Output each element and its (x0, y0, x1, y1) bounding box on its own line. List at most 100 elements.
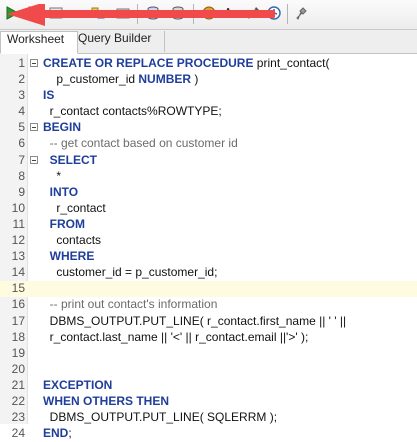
explain-icon[interactable] (88, 3, 108, 23)
fold-toggle-icon[interactable] (30, 59, 38, 67)
code-text: customer_id = p_customer_id; (43, 265, 217, 279)
sql-text: ) (191, 72, 199, 87)
font-button[interactable]: Aa (222, 3, 242, 23)
code-text: r_contact contacts%ROWTYPE; (43, 104, 222, 118)
code-text: BEGIN (43, 120, 81, 134)
code-line[interactable]: 18 r_contact.last_name || '<' || r_conta… (0, 330, 417, 346)
tuning-icon[interactable] (291, 3, 311, 23)
line-number: 13 (11, 249, 25, 264)
line-number: 23 (11, 410, 25, 425)
line-number: 17 (11, 313, 25, 328)
code-text: DBMS_OUTPUT.PUT_LINE( SQLERRM ); (43, 410, 277, 424)
code-line[interactable]: 6 -- get contact based on customer id (0, 136, 417, 152)
line-number: 9 (18, 184, 25, 199)
code-line[interactable]: 5 BEGIN (0, 120, 417, 136)
fold-toggle-icon[interactable] (30, 155, 38, 164)
line-number: 21 (11, 377, 25, 392)
line-number: 11 (12, 216, 25, 231)
fold-toggle-icon[interactable] (30, 123, 38, 132)
line-number: 16 (11, 297, 25, 312)
line-number: 1 (18, 56, 25, 70)
line-number: 2 (18, 72, 25, 87)
run-icon[interactable] (2, 3, 22, 23)
sql-comment: -- print out contact's information (43, 297, 218, 312)
code-line[interactable]: 8 * (0, 169, 417, 185)
format-icon[interactable] (243, 3, 263, 23)
code-text: WHERE (43, 249, 95, 263)
code-text: DBMS_OUTPUT.PUT_LINE( r_contact.first_na… (43, 314, 346, 328)
code-line[interactable]: 9 INTO (0, 185, 417, 201)
sql-text: r_contact contacts%ROWTYPE; (43, 104, 222, 119)
code-text: p_customer_id NUMBER ) (43, 72, 198, 86)
sql-text: customer_id = p_customer_id; (43, 265, 218, 280)
code-line[interactable]: 14 customer_id = p_customer_id; (0, 265, 417, 281)
toolbar-separator (287, 4, 288, 24)
code-line[interactable]: 24 END; (0, 426, 417, 442)
code-line[interactable]: 7 SELECT (0, 153, 417, 169)
line-number: 10 (11, 200, 25, 215)
code-line[interactable]: 21 EXCEPTION (0, 378, 417, 394)
sql-text: r_contact.last_name || '<' || r_contact.… (43, 329, 309, 344)
sql-text: ; (68, 426, 72, 441)
sql-keyword: CREATE OR REPLACE PROCEDURE (43, 56, 254, 70)
toolbar-separator (137, 4, 138, 24)
code-line[interactable]: 11 FROM (0, 217, 417, 233)
code-text: SELECT (43, 153, 97, 167)
sql-keyword: BEGIN (43, 120, 82, 135)
tab-query-builder[interactable]: Query Builder (72, 31, 165, 52)
code-line[interactable]: 3 IS (0, 88, 417, 104)
code-line[interactable]: 12 contacts (0, 233, 417, 249)
code-text: WHEN OTHERS THEN (43, 394, 169, 408)
line-number: 24 (11, 426, 25, 441)
line-number: 4 (18, 104, 25, 119)
code-text: EXCEPTION (43, 378, 112, 392)
toolbar: Aa (0, 0, 417, 30)
tab-worksheet[interactable]: Worksheet (0, 31, 78, 54)
sql-text: p_customer_id (43, 72, 139, 87)
line-number: 6 (18, 136, 25, 151)
rollback-icon[interactable] (168, 3, 188, 23)
document-icon[interactable] (24, 3, 44, 23)
run-script-icon[interactable] (46, 3, 66, 23)
sql-text: * (43, 168, 62, 183)
code-text: contacts (43, 233, 101, 247)
code-editor[interactable]: 1 CREATE OR REPLACE PROCEDURE print_conta… (0, 54, 417, 440)
history-icon[interactable] (264, 3, 284, 23)
commit-icon[interactable] (143, 3, 163, 23)
code-line[interactable]: 1 CREATE OR REPLACE PROCEDURE print_conta… (0, 56, 417, 72)
line-number: 3 (18, 88, 25, 103)
code-line[interactable]: 15 (0, 281, 417, 298)
unshared-icon[interactable] (199, 3, 219, 23)
autotrace-icon[interactable] (113, 3, 133, 23)
toolbar-separator (193, 4, 194, 24)
sql-keyword: FROM (49, 216, 85, 231)
code-line[interactable]: 4 r_contact contacts%ROWTYPE; (0, 104, 417, 120)
code-text: CREATE OR REPLACE PROCEDURE print_contac… (43, 56, 330, 70)
code-line[interactable]: 19 (0, 346, 417, 362)
sql-keyword: SELECT (49, 152, 98, 167)
code-line[interactable]: 10 r_contact (0, 201, 417, 217)
code-line[interactable]: 20 (0, 362, 417, 378)
sql-text: DBMS_OUTPUT.PUT_LINE( r_contact.first_na… (43, 313, 347, 328)
sql-keyword: IS (43, 88, 55, 103)
code-line[interactable]: 17 DBMS_OUTPUT.PUT_LINE( r_contact.first… (0, 314, 417, 330)
code-text: -- get contact based on customer id (43, 136, 238, 150)
code-line[interactable]: 22 WHEN OTHERS THEN (0, 394, 417, 410)
line-number: 8 (18, 168, 25, 183)
code-text: IS (43, 88, 54, 102)
sql-keyword: EXCEPTION (43, 377, 113, 392)
sql-keyword: END (43, 426, 69, 441)
code-text: FROM (43, 217, 85, 231)
code-line[interactable]: 2 p_customer_id NUMBER ) (0, 72, 417, 88)
tab-bar: Worksheet Query Builder (0, 30, 417, 54)
sql-keyword: NUMBER (138, 72, 192, 87)
sql-text: contacts (43, 233, 102, 248)
code-text: r_contact.last_name || '<' || r_contact.… (43, 329, 309, 344)
line-number: 7 (18, 152, 25, 167)
code-line[interactable]: 13 WHERE (0, 249, 417, 265)
line-number: 14 (11, 265, 25, 280)
code-line[interactable]: 16 -- print out contact's information (0, 297, 417, 313)
